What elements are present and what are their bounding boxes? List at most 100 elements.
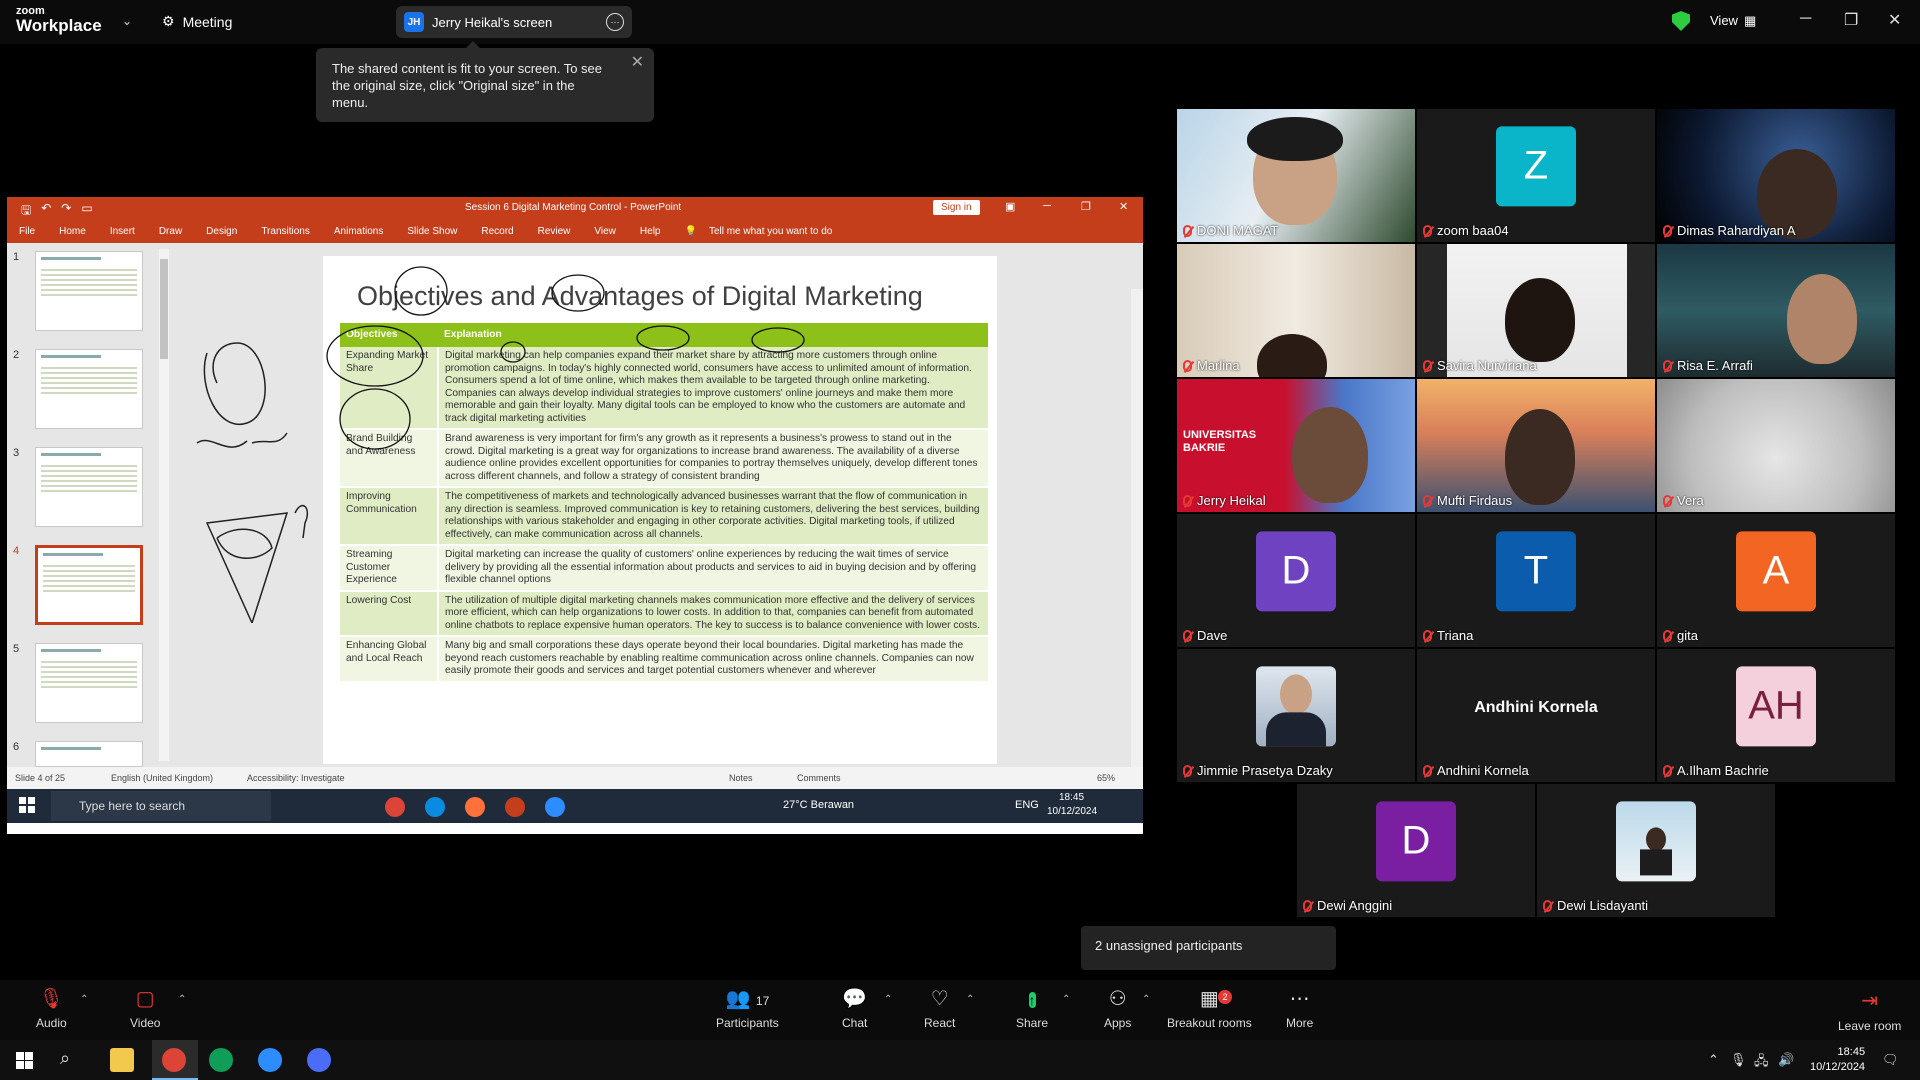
sign-in-button[interactable]: Sign in xyxy=(933,200,980,215)
slide-thumbnail-active[interactable] xyxy=(35,545,143,625)
participant-tile-active-speaker[interactable]: UNIVERSITAS BAKRIE Jerry Heikal xyxy=(1177,379,1415,512)
video-options-caret-icon[interactable]: ⌃ xyxy=(178,994,186,1005)
ribbon-tab-view[interactable]: View xyxy=(582,226,628,237)
react-options-caret-icon[interactable]: ⌃ xyxy=(966,994,974,1005)
participant-tile[interactable]: A gita xyxy=(1657,514,1895,647)
share-options-caret-icon[interactable]: ⌃ xyxy=(1062,994,1070,1005)
chrome-icon[interactable] xyxy=(162,1048,186,1072)
tell-me-search[interactable]: Tell me what you want to do xyxy=(709,226,844,237)
ribbon-tab-animations[interactable]: Animations xyxy=(322,226,395,237)
audio-options-caret-icon[interactable]: ⌃ xyxy=(80,994,88,1005)
ribbon-tab-design[interactable]: Design xyxy=(194,226,249,237)
ribbon-tab-insert[interactable]: Insert xyxy=(98,226,147,237)
video-off-icon: ▢ xyxy=(135,988,155,1010)
accessibility-status[interactable]: Accessibility: Investigate xyxy=(247,773,345,783)
participant-tile[interactable]: T Triana xyxy=(1417,514,1655,647)
participant-tile[interactable]: Risa E. Arrafi xyxy=(1657,244,1895,377)
chevron-down-icon[interactable]: ⌄ xyxy=(122,14,132,28)
minimize-icon[interactable]: ─ xyxy=(1800,10,1811,28)
more-button[interactable]: ⋯ More xyxy=(1286,988,1313,1030)
participant-tile[interactable]: Dewi Lisdayanti xyxy=(1537,784,1775,917)
zoom-logo[interactable]: zoom Workplace xyxy=(16,6,102,35)
more-options-icon[interactable]: ··· xyxy=(606,13,624,31)
participants-button[interactable]: 👥 17 Participants xyxy=(716,988,779,1030)
mic-muted-icon xyxy=(1183,494,1192,507)
tooltip-close-icon[interactable]: ✕ xyxy=(631,54,644,71)
chat-button[interactable]: 💬 Chat xyxy=(842,988,867,1030)
slide-scrollbar[interactable] xyxy=(1131,289,1143,813)
thumb-number: 2 xyxy=(13,349,20,361)
view-button[interactable]: View ▦ xyxy=(1710,13,1756,29)
breakout-rooms-button[interactable]: ▦ Breakout rooms xyxy=(1167,988,1252,1030)
current-slide[interactable]: Objectives and Advantages of Digital Mar… xyxy=(323,256,997,764)
notification-icon[interactable]: 🗨 xyxy=(1882,1052,1899,1068)
participant-tile[interactable]: Savira Nurviriana xyxy=(1417,244,1655,377)
slide-thumbnail[interactable] xyxy=(35,349,143,429)
slide-thumbnail[interactable] xyxy=(35,741,143,767)
participant-name: Marlina xyxy=(1197,358,1240,373)
start-button[interactable] xyxy=(16,1052,33,1069)
ribbon-display-icon[interactable]: ▣ xyxy=(1005,200,1015,213)
meeting-menu[interactable]: ⚙ Meeting xyxy=(162,13,232,30)
participant-tile[interactable]: Vera xyxy=(1657,379,1895,512)
ribbon-tab-slideshow[interactable]: Slide Show xyxy=(395,226,469,237)
unassigned-participants-notice[interactable]: 2 unassigned participants xyxy=(1081,926,1336,970)
pp-close-icon[interactable]: ✕ xyxy=(1119,200,1128,213)
security-shield-icon[interactable] xyxy=(1672,11,1690,31)
zoom-level[interactable]: 65% xyxy=(1097,773,1115,783)
participant-tile[interactable]: Mufti Firdaus xyxy=(1417,379,1655,512)
participant-tile[interactable]: D Dewi Anggini xyxy=(1297,784,1535,917)
ribbon-tab-draw[interactable]: Draw xyxy=(147,226,194,237)
slide-thumbnail[interactable] xyxy=(35,643,143,723)
participant-tile[interactable]: Dimas Rahardiyan A xyxy=(1657,109,1895,242)
comments-button[interactable]: Comments xyxy=(797,773,841,783)
audio-button[interactable]: 🎙 Audio xyxy=(36,988,67,1030)
leave-room-button[interactable]: ⇥ Leave room xyxy=(1838,988,1901,1033)
network-icon[interactable]: 🖧 xyxy=(1754,1052,1769,1074)
ribbon-tabs: File Home Insert Draw Design Transitions… xyxy=(7,219,1143,243)
app-icon[interactable] xyxy=(307,1048,331,1072)
ribbon-tab-review[interactable]: Review xyxy=(526,226,583,237)
thumb-number: 3 xyxy=(13,447,20,459)
shared-screen-pill[interactable]: JH Jerry Heikal's screen ··· xyxy=(396,6,632,38)
notes-button[interactable]: Notes xyxy=(729,773,753,783)
ribbon-tab-file[interactable]: File xyxy=(7,226,47,237)
tray-chevron-icon[interactable]: ⌃ xyxy=(1708,1052,1719,1068)
participant-tile[interactable]: DONI MAGAT xyxy=(1177,109,1415,242)
participant-tile[interactable]: D Dave xyxy=(1177,514,1415,647)
ribbon-tab-help[interactable]: Help xyxy=(628,226,673,237)
thumbnail-scrollbar[interactable] xyxy=(159,249,169,761)
volume-icon[interactable]: 🔊 xyxy=(1778,1052,1794,1068)
participant-name: Savira Nurviriana xyxy=(1437,358,1537,373)
participant-tile[interactable]: Z zoom baa04 xyxy=(1417,109,1655,242)
system-clock[interactable]: 18:45 10/12/2024 xyxy=(1810,1045,1865,1075)
share-button[interactable]: ↑ Share xyxy=(1016,988,1048,1030)
pp-minimize-icon[interactable]: ─ xyxy=(1043,200,1051,212)
mic-muted-icon xyxy=(1663,224,1672,237)
video-button[interactable]: ▢ Video xyxy=(130,988,160,1030)
ribbon-tab-record[interactable]: Record xyxy=(469,226,525,237)
participant-tile[interactable]: Marlina xyxy=(1177,244,1415,377)
participant-tile[interactable]: Jimmie Prasetya Dzaky xyxy=(1177,649,1415,782)
apps-button[interactable]: ⚇ Apps xyxy=(1104,988,1131,1030)
participant-tile[interactable]: AH A.Ilham Bachrie xyxy=(1657,649,1895,782)
ribbon-tab-home[interactable]: Home xyxy=(47,226,98,237)
close-icon[interactable]: ✕ xyxy=(1888,10,1901,30)
file-explorer-icon[interactable] xyxy=(110,1048,134,1072)
chrome-profile-icon[interactable] xyxy=(209,1048,233,1072)
chat-options-caret-icon[interactable]: ⌃ xyxy=(884,994,892,1005)
mic-muted-icon xyxy=(1423,764,1432,777)
ribbon-tab-transitions[interactable]: Transitions xyxy=(249,226,322,237)
react-button[interactable]: ♡ React xyxy=(924,988,955,1030)
pp-restore-icon[interactable]: ❐ xyxy=(1081,200,1091,213)
mic-tray-icon[interactable]: 🎙 xyxy=(1730,1052,1747,1068)
search-icon[interactable]: ⌕ xyxy=(60,1048,70,1069)
zoom-taskbar-icon[interactable] xyxy=(258,1048,282,1072)
slide-ink-circles xyxy=(326,266,805,450)
restore-icon[interactable]: ❐ xyxy=(1844,10,1858,30)
language-status[interactable]: English (United Kingdom) xyxy=(111,773,213,783)
apps-options-caret-icon[interactable]: ⌃ xyxy=(1142,994,1150,1005)
participant-tile[interactable]: Andhini Kornela Andhini Kornela xyxy=(1417,649,1655,782)
slide-thumbnail[interactable] xyxy=(35,251,143,331)
slide-thumbnail[interactable] xyxy=(35,447,143,527)
